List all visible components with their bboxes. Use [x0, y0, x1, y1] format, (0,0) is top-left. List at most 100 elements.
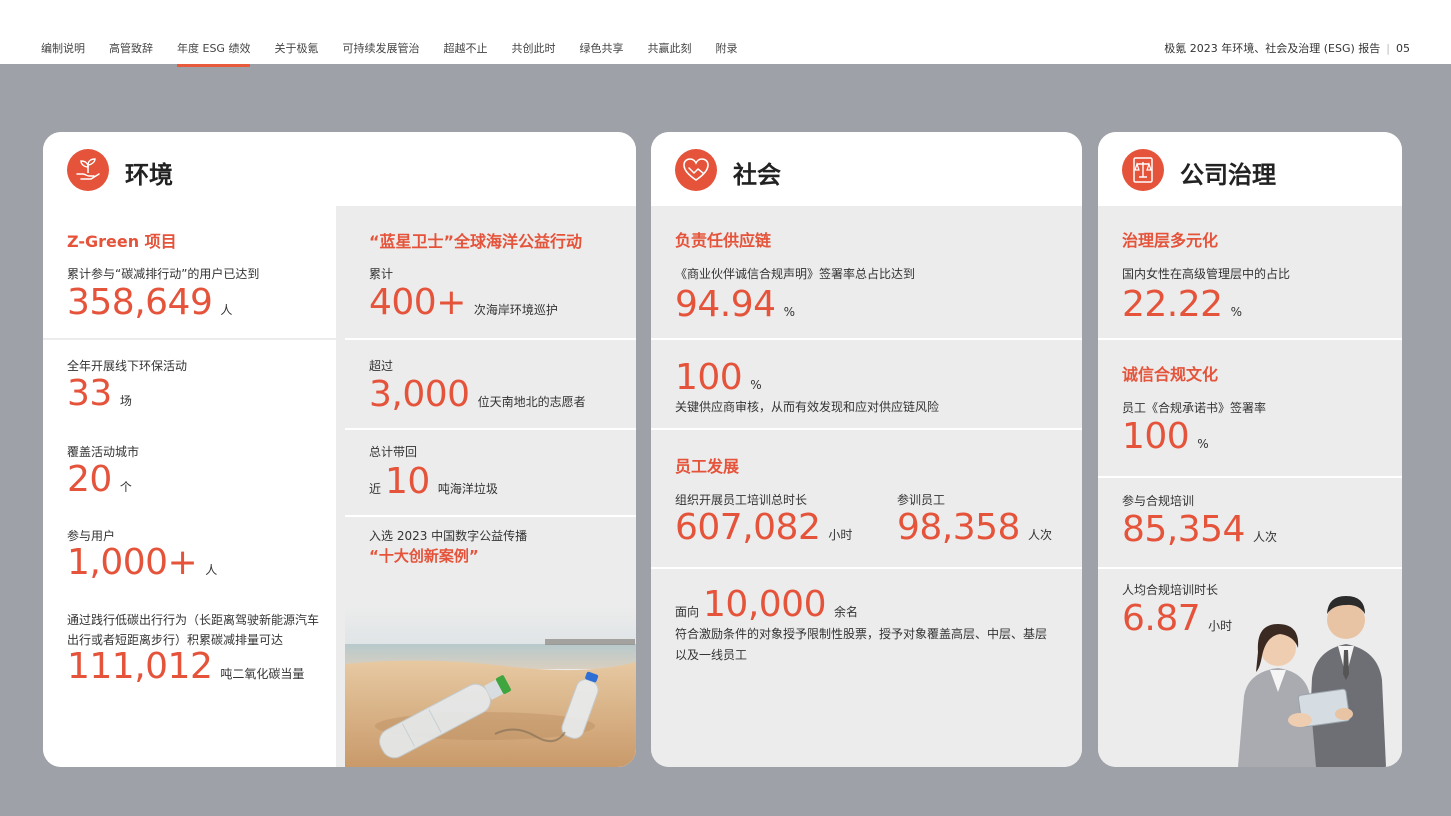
divider [1098, 567, 1402, 569]
diversity-women-unit: % [1230, 305, 1242, 319]
nav-item-green-share[interactable]: 绿色共享 [579, 40, 623, 66]
employee-hours-unit: 小时 [828, 528, 853, 542]
integrity-avg-value: 6.87 [1122, 598, 1201, 639]
zgreen-participants-unit: 人 [205, 563, 218, 577]
divider [1098, 338, 1402, 340]
governance-card: 公司治理 治理层多元化 国内女性在高级管理层中的占比 22.22% 诚信合规文化… [1098, 132, 1402, 767]
business-people-photo [1216, 588, 1402, 767]
employee-stock-note: 符合激励条件的对象授予限制性股票，授予对象覆盖高层、中层、基层以及一线员工 [675, 627, 1048, 662]
nav-item-co-create[interactable]: 共创此时 [511, 40, 555, 66]
report-header: 极氪 2023 年环境、社会及治理 (ESG) 报告 | 05 [1164, 40, 1410, 56]
zgreen-participants-stat: 1,000+ 人 [67, 543, 217, 590]
blue-star-patrol-unit: 次海岸环境巡护 [473, 303, 558, 317]
zgreen-cities-stat: 20 个 [67, 460, 132, 507]
employee-stock-unit: 余名 [833, 605, 858, 619]
divider [345, 428, 636, 430]
employee-stock-prefix: 面向 [675, 605, 700, 619]
zgreen-users-label: 累计参与“碳减排行动”的用户已达到 [67, 267, 260, 281]
zgreen-events-unit: 场 [119, 394, 132, 408]
employee-stock-value: 10,000 [703, 584, 826, 625]
integrity-training-value: 85,354 [1122, 509, 1245, 550]
page-number: 05 [1396, 42, 1410, 55]
governance-header: 公司治理 [1098, 132, 1402, 206]
heart-handshake-icon [675, 149, 717, 191]
society-header: 社会 [651, 132, 1082, 206]
governance-title: 公司治理 [1180, 161, 1276, 189]
zgreen-cities-unit: 个 [119, 480, 132, 494]
environment-card: 环境 Z-Green 项目 累计参与“碳减排行动”的用户已达到 358,649 人… [43, 132, 636, 767]
blue-star-volunteers-unit: 位天南地北的志愿者 [477, 395, 586, 409]
employee-trained-value: 98,358 [897, 507, 1020, 548]
nav-item-appendix[interactable]: 附录 [715, 40, 737, 66]
diversity-women-value: 22.22 [1122, 284, 1223, 325]
blue-star-patrol-value: 400+ [369, 282, 466, 323]
nav-item-preface[interactable]: 编制说明 [41, 40, 85, 66]
divider [1098, 476, 1402, 478]
employee-trained-unit: 人次 [1027, 528, 1052, 542]
environment-title: 环境 [125, 161, 173, 189]
integrity-title: 诚信合规文化 [1122, 365, 1219, 384]
blue-star-garbage-stat: 近 10 吨海洋垃圾 [369, 462, 498, 509]
employee-hours-value: 607,082 [675, 507, 821, 548]
zgreen-carbon-label-1: 通过践行低碳出行行为（长距离驾驶新能源汽车 [67, 613, 320, 627]
integrity-pledge-unit: % [1197, 437, 1209, 451]
zgreen-carbon-value: 111,012 [67, 646, 213, 687]
divider [345, 515, 636, 517]
blue-star-title: “蓝星卫士”全球海洋公益行动 [369, 232, 583, 251]
blue-star-garbage-unit: 吨海洋垃圾 [437, 482, 498, 496]
supply-sign-stat: 94.94% [675, 285, 795, 332]
blue-star-volunteers-label: 超过 [369, 359, 394, 373]
nav-item-executive-message[interactable]: 高管致辞 [109, 40, 153, 66]
blue-star-award-name: “十大创新案例” [369, 547, 479, 565]
zgreen-users-value: 358,649 [67, 282, 213, 323]
employee-title: 员工发展 [675, 457, 740, 476]
employee-trained-stat: 98,358 人次 [897, 508, 1052, 555]
main-nav: 编制说明 高管致辞 年度 ESG 绩效 关于极氪 可持续发展管治 超越不止 共创… [41, 40, 761, 67]
supply-audit-unit: % [750, 378, 762, 392]
blue-star-garbage-value: 10 [385, 461, 430, 502]
blue-star-award-label: 入选 2023 中国数字公益传播 [369, 529, 528, 543]
diversity-women-stat: 22.22% [1122, 285, 1242, 332]
employee-hours-stat: 607,082 小时 [675, 508, 852, 555]
blue-star-patrol-stat: 400+ 次海岸环境巡护 [369, 283, 558, 330]
zgreen-events-stat: 33 场 [67, 374, 132, 421]
nav-item-about[interactable]: 关于极氪 [274, 40, 318, 66]
seedling-hand-icon [67, 149, 109, 191]
governance-body: 治理层多元化 国内女性在高级管理层中的占比 22.22% 诚信合规文化 员工《合… [1098, 206, 1402, 767]
society-title: 社会 [733, 161, 781, 189]
top-bar: 编制说明 高管致辞 年度 ESG 绩效 关于极氪 可持续发展管治 超越不止 共创… [0, 0, 1451, 67]
integrity-training-label: 参与合规培训 [1122, 494, 1195, 508]
divider [651, 428, 1082, 430]
divider [651, 567, 1082, 569]
zgreen-users-unit: 人 [220, 303, 233, 317]
nav-item-esg-performance[interactable]: 年度 ESG 绩效 [177, 40, 251, 67]
zgreen-title: Z-Green 项目 [67, 232, 177, 251]
beach-bottle-photo [345, 606, 636, 767]
nav-item-win-win[interactable]: 共赢此刻 [647, 40, 691, 66]
blue-star-volunteers-value: 3,000 [369, 374, 470, 415]
nav-item-governance[interactable]: 可持续发展管治 [342, 40, 419, 66]
zgreen-carbon-stat: 111,012 吨二氧化碳当量 [67, 647, 304, 694]
zgreen-cities-value: 20 [67, 459, 112, 500]
supply-audit-label: 关键供应商审核，从而有效发现和应对供应链风险 [675, 400, 940, 414]
integrity-avg-label: 人均合规培训时长 [1122, 583, 1219, 597]
zgreen-participants-value: 1,000+ [67, 542, 198, 583]
integrity-pledge-value: 100 [1122, 416, 1190, 457]
zgreen-users-stat: 358,649 人 [67, 283, 232, 330]
zgreen-column: Z-Green 项目 累计参与“碳减排行动”的用户已达到 358,649 人 全年… [43, 206, 336, 767]
divider [43, 338, 336, 340]
blue-star-patrol-label: 累计 [369, 267, 394, 281]
header-separator: | [1386, 42, 1390, 55]
society-card: 社会 负责任供应链 《商业伙伴诚信合规声明》签署率总占比达到 94.94% 10… [651, 132, 1082, 767]
integrity-training-unit: 人次 [1252, 530, 1277, 544]
blue-star-volunteers-stat: 3,000 位天南地北的志愿者 [369, 375, 586, 422]
blue-star-garbage-prefix: 近 [369, 482, 382, 496]
nav-item-beyond[interactable]: 超越不止 [443, 40, 487, 66]
integrity-training-stat: 85,354 人次 [1122, 510, 1277, 557]
supply-sign-label: 《商业伙伴诚信合规声明》签署率总占比达到 [675, 267, 916, 281]
zgreen-carbon-unit: 吨二氧化碳当量 [220, 667, 305, 681]
diversity-title: 治理层多元化 [1122, 231, 1219, 250]
supply-audit-value: 100 [675, 357, 743, 398]
supply-sign-value: 94.94 [675, 284, 776, 325]
society-body: 负责任供应链 《商业伙伴诚信合规声明》签署率总占比达到 94.94% 100% … [651, 206, 1082, 767]
